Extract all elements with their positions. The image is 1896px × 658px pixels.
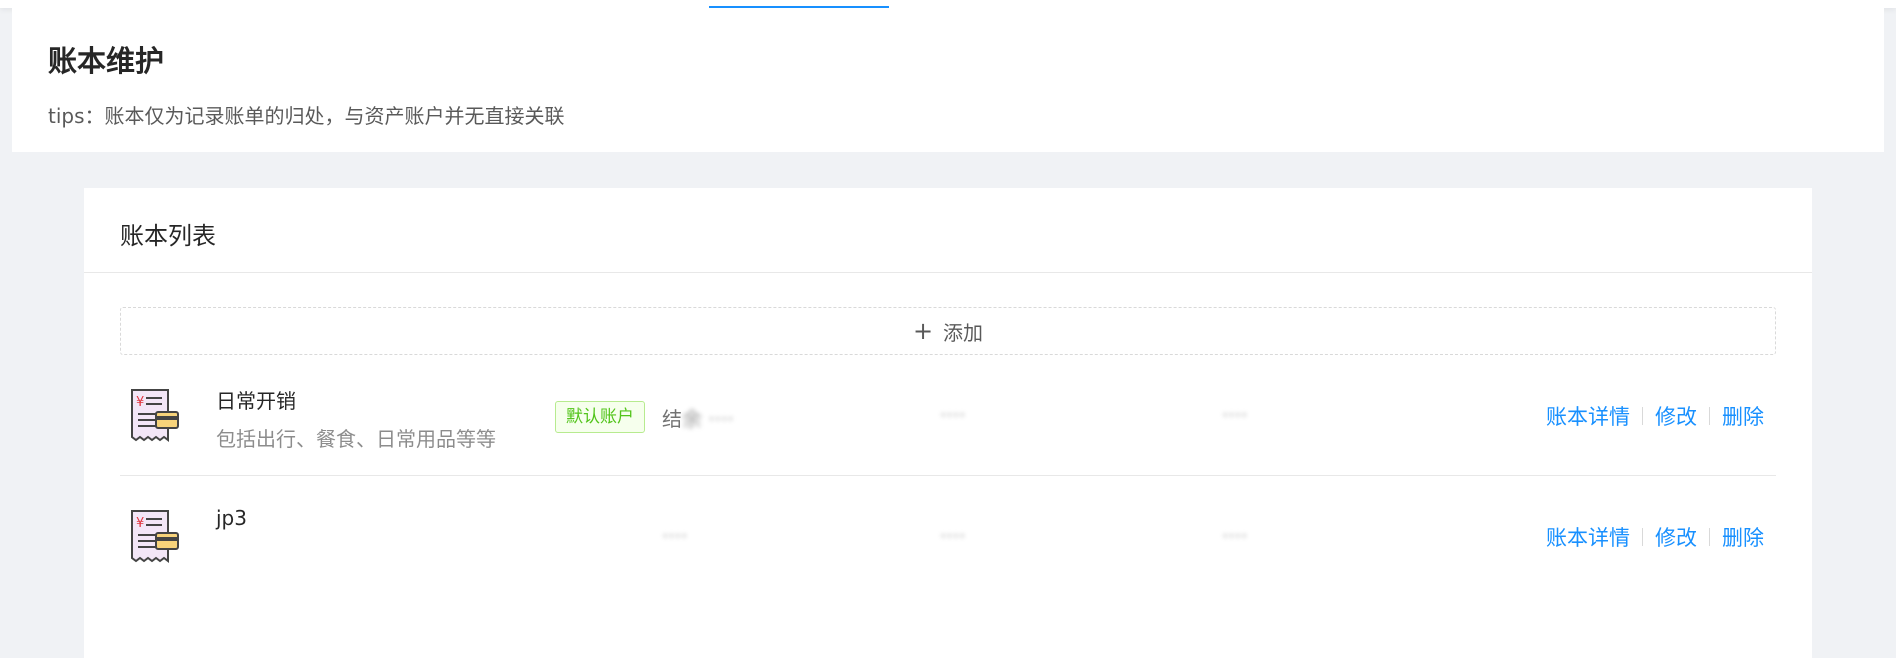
plus-icon: + (912, 317, 934, 345)
page-header: 账本维护 tips：账本仅为记录账单的归处，与资产账户并无直接关联 (12, 8, 1884, 152)
svg-text:¥: ¥ (136, 395, 144, 410)
add-book-button[interactable]: + 添加 (120, 307, 1776, 355)
book-list-card: 账本列表 + 添加 ¥ 日常开销 包括出行、餐食、日常用品等等 默认账户 结余 … (84, 188, 1812, 658)
book-meta-3: ···· (1222, 403, 1247, 427)
book-row: ¥ 日常开销 包括出行、餐食、日常用品等等 默认账户 结余 ···· ···· … (120, 355, 1776, 476)
action-divider (1709, 407, 1710, 425)
action-divider (1642, 528, 1643, 546)
top-tab-bar (0, 0, 1896, 8)
book-row: ¥ jp3 ···· ···· ···· 账本详情 修改 删除 (120, 476, 1776, 597)
meta-value: ···· (940, 524, 966, 548)
delete-link[interactable]: 删除 (1722, 401, 1764, 431)
edit-link[interactable]: 修改 (1655, 401, 1697, 431)
row-actions: 账本详情 修改 删除 (1546, 522, 1764, 552)
svg-text:¥: ¥ (136, 516, 144, 531)
receipt-card-icon: ¥ (131, 389, 179, 442)
book-description: 包括出行、餐食、日常用品等等 (216, 427, 496, 451)
meta-value: 余 ···· (682, 407, 734, 431)
row-actions: 账本详情 修改 删除 (1546, 401, 1764, 431)
action-divider (1709, 528, 1710, 546)
action-divider (1642, 407, 1643, 425)
edit-link[interactable]: 修改 (1655, 522, 1697, 552)
book-name: jp3 (216, 506, 247, 530)
book-meta-3: ···· (1222, 524, 1247, 548)
card-title: 账本列表 (120, 222, 216, 250)
book-meta-1: ···· (662, 524, 687, 548)
add-button-label: 添加 (943, 320, 984, 345)
book-meta-2: ···· (940, 403, 965, 427)
card-header: 账本列表 (84, 188, 1812, 273)
book-detail-link[interactable]: 账本详情 (1546, 401, 1630, 431)
meta-prefix: 结 (662, 407, 682, 431)
book-meta-2: ···· (940, 524, 965, 548)
page-title: 账本维护 (48, 44, 165, 78)
meta-value: ···· (1222, 524, 1248, 548)
tips-text: tips：账本仅为记录账单的归处，与资产账户并无直接关联 (48, 104, 565, 128)
book-name: 日常开销 (216, 389, 296, 413)
receipt-card-icon: ¥ (131, 510, 179, 563)
meta-value: ···· (1222, 403, 1248, 427)
delete-link[interactable]: 删除 (1722, 522, 1764, 552)
meta-value: ···· (940, 403, 966, 427)
book-detail-link[interactable]: 账本详情 (1546, 522, 1630, 552)
book-meta-1: 结余 ···· (662, 403, 734, 432)
meta-value: ···· (662, 524, 688, 548)
default-account-badge: 默认账户 (555, 401, 645, 433)
